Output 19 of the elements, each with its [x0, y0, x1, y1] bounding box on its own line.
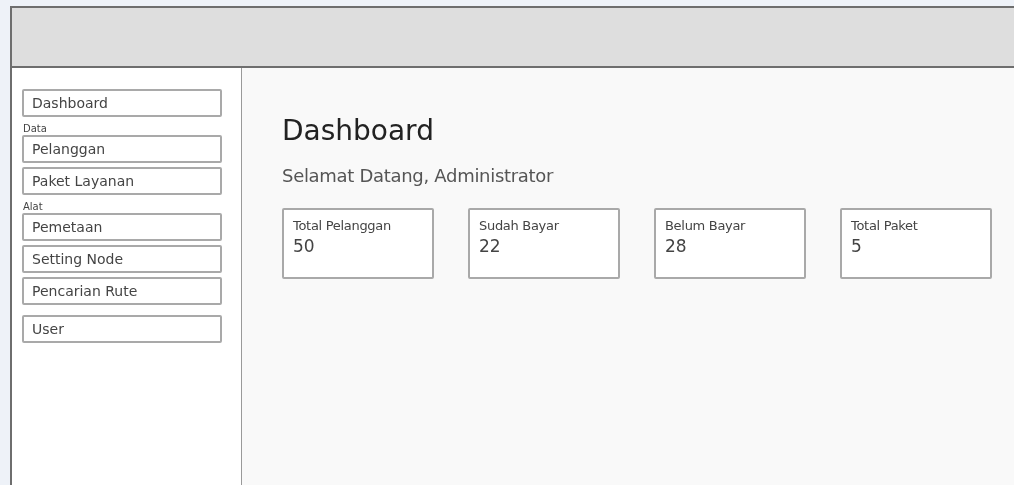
- card-value: 5: [851, 236, 863, 256]
- card-label: Sudah Bayar: [479, 218, 560, 233]
- section-label: Alat: [23, 201, 44, 212]
- sidebar-item[interactable]: Setting Node: [22, 245, 222, 273]
- welcome-text: Selamat Datang, Administrator: [282, 165, 554, 186]
- card-label: Total Pelanggan: [293, 218, 392, 233]
- card-label: Belum Bayar: [665, 218, 747, 233]
- sidebar-item[interactable]: Paket Layanan: [22, 167, 222, 195]
- sidebar-item[interactable]: Pencarian Rute: [22, 277, 222, 305]
- card-label: Total Paket: [851, 218, 919, 233]
- sidebar-item[interactable]: User: [22, 315, 222, 343]
- card-value: 50: [293, 236, 316, 256]
- sidebar-item[interactable]: Pelanggan: [22, 135, 222, 163]
- section-label: Data: [23, 123, 48, 134]
- card-value: 28: [665, 236, 688, 256]
- page-title: Dashboard: [282, 114, 434, 147]
- sidebar-item[interactable]: Dashboard: [22, 89, 222, 117]
- card-value: 22: [479, 236, 502, 256]
- sidebar-item[interactable]: Pemetaan: [22, 213, 222, 241]
